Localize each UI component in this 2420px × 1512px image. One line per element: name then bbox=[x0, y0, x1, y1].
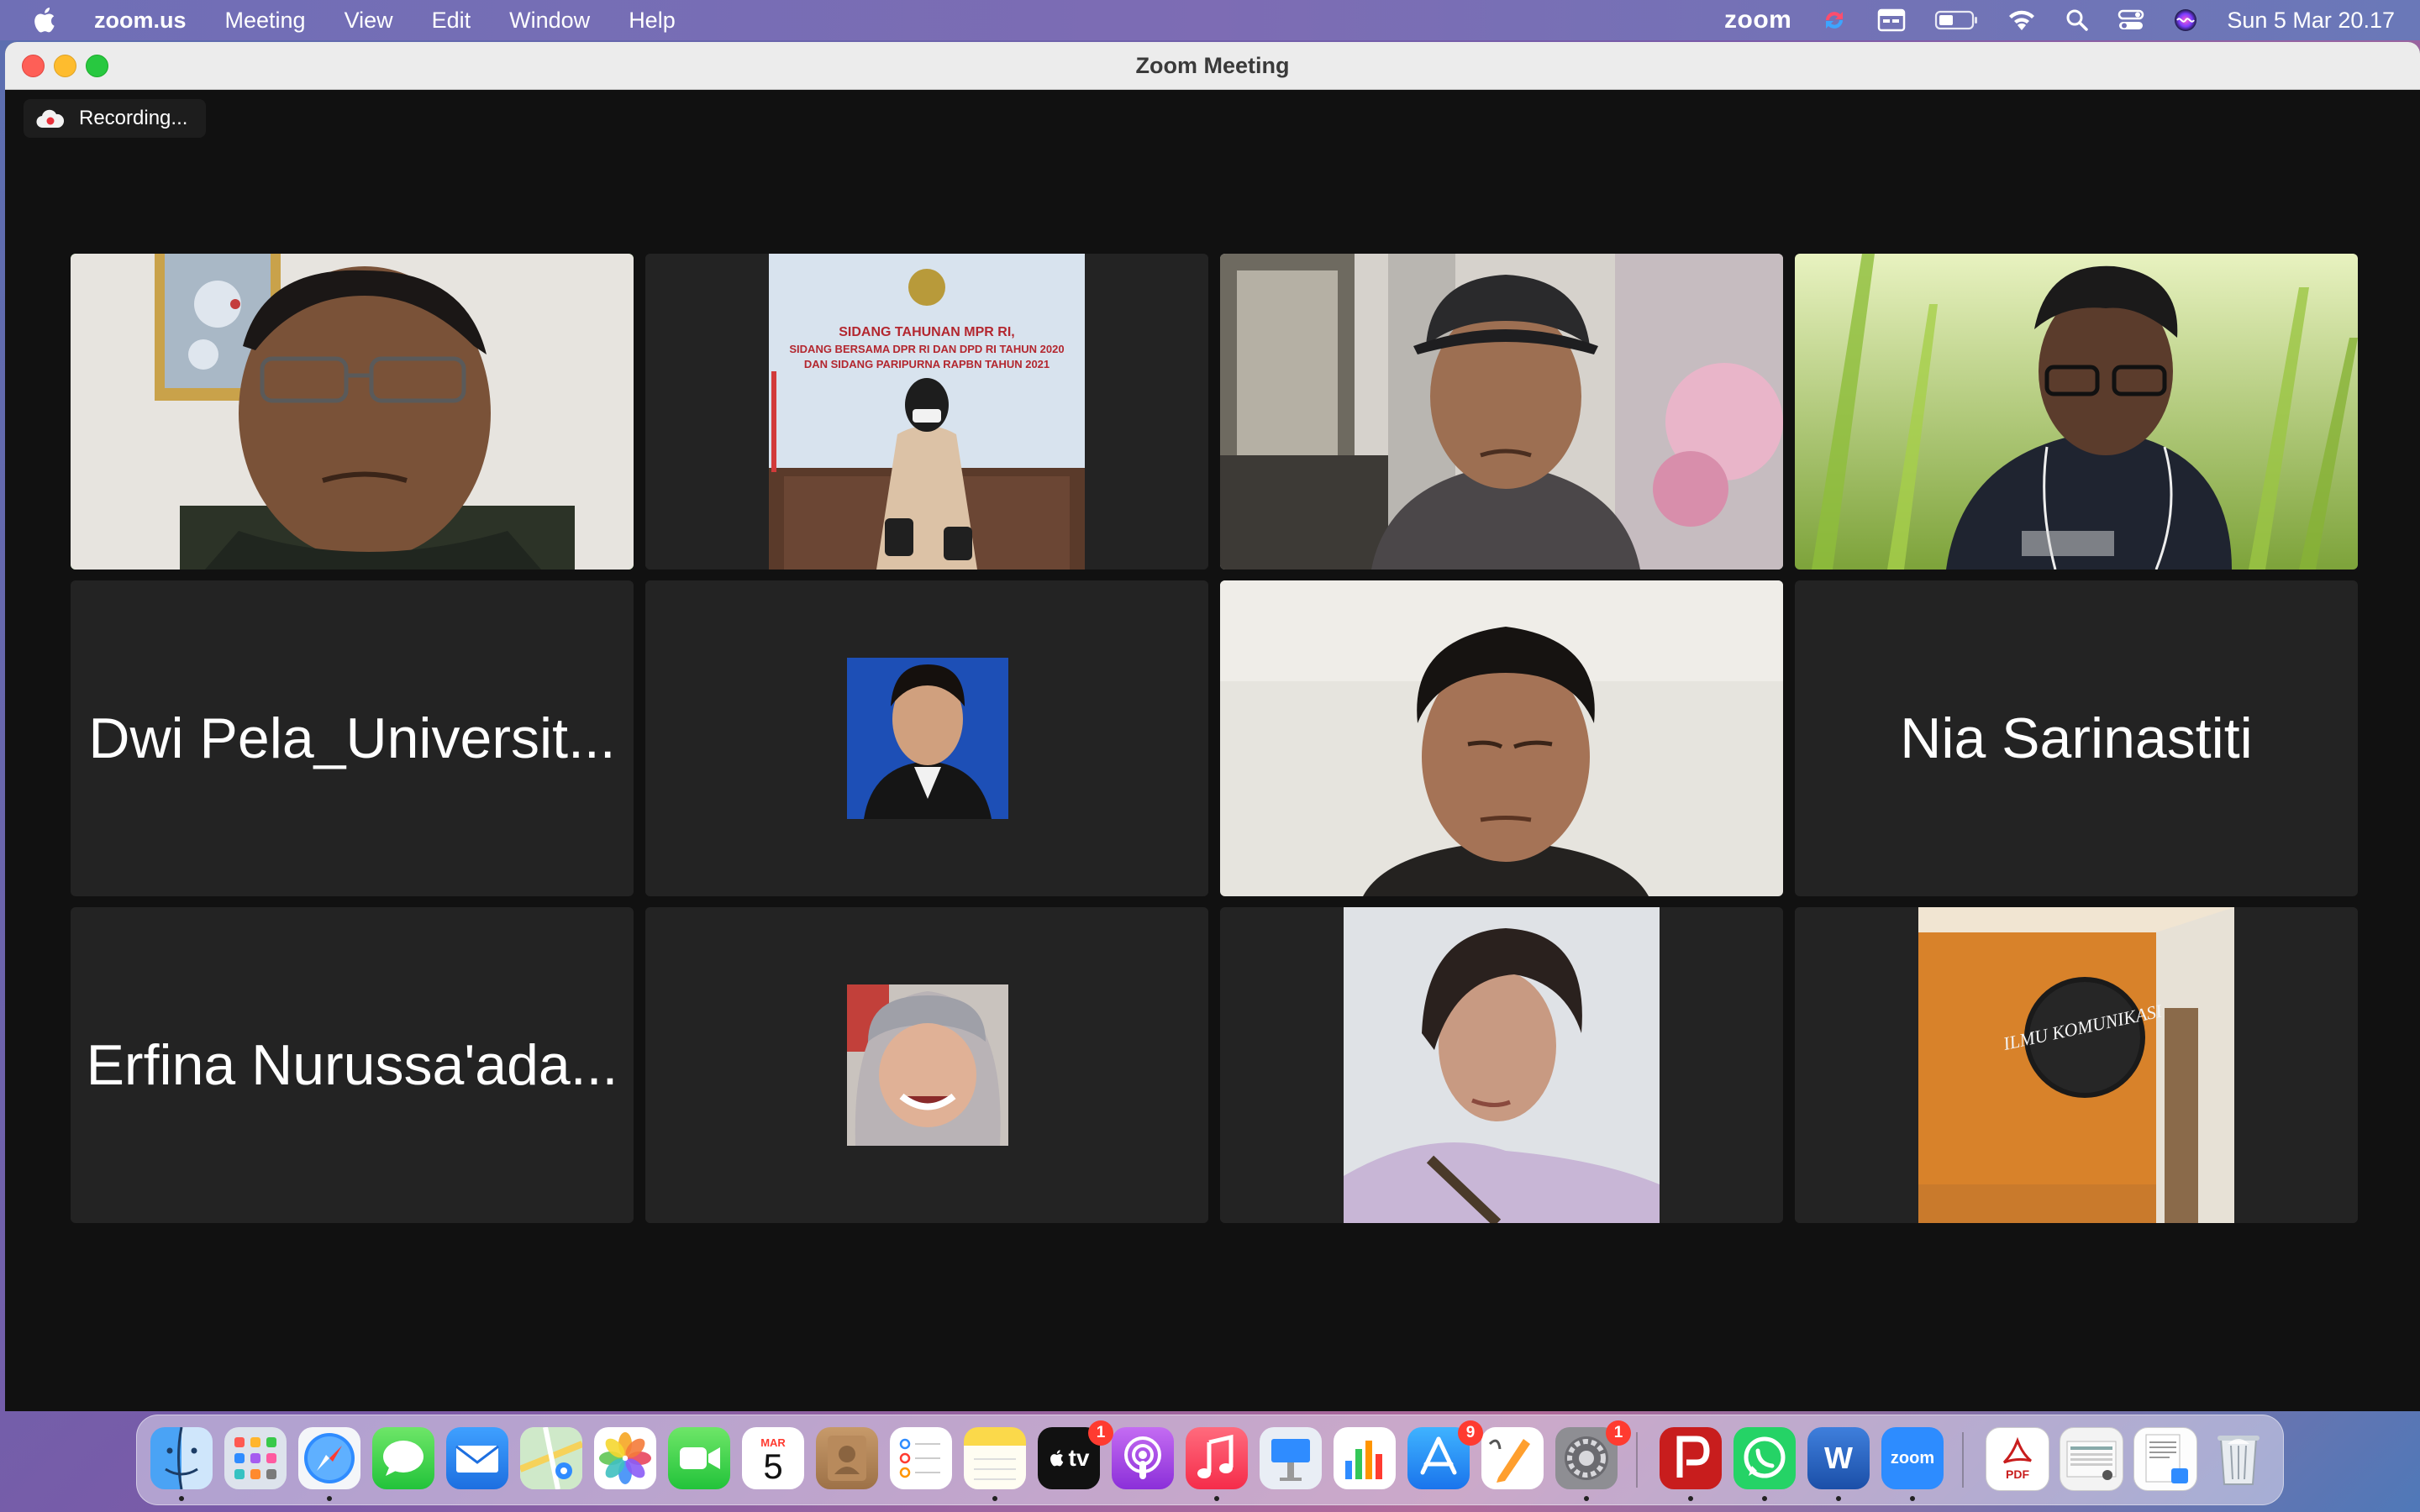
dock: MAR 5 tv 1 9 1 W zoom PDF bbox=[136, 1415, 2284, 1505]
menu-meeting[interactable]: Meeting bbox=[225, 8, 306, 34]
participant-tile-6[interactable] bbox=[645, 580, 1208, 896]
banner-line-2: SIDANG BERSAMA DPR RI DAN DPD RI TAHUN 2… bbox=[789, 343, 1064, 355]
participant-tile-1[interactable] bbox=[71, 254, 634, 570]
word-label: W bbox=[1824, 1441, 1853, 1475]
photos-icon[interactable] bbox=[594, 1427, 656, 1489]
appstore-badge: 9 bbox=[1458, 1420, 1483, 1446]
pdf-file-label: PDF bbox=[2006, 1467, 2029, 1481]
word-icon[interactable]: W bbox=[1807, 1427, 1870, 1489]
participant-tile-5[interactable]: Dwi Pela_Universit... bbox=[71, 580, 634, 896]
participant-video-1 bbox=[71, 254, 634, 570]
reminders-icon[interactable] bbox=[890, 1427, 952, 1489]
participant-video-2: SIDANG TAHUNAN MPR RI, SIDANG BERSAMA DP… bbox=[645, 254, 1208, 570]
music-icon[interactable] bbox=[1186, 1427, 1248, 1489]
numbers-icon[interactable] bbox=[1334, 1427, 1396, 1489]
menu-app-name[interactable]: zoom.us bbox=[94, 8, 187, 34]
keynote-icon[interactable] bbox=[1260, 1427, 1322, 1489]
participant-avatar-12: ILMU KOMUNIKASI bbox=[1795, 907, 2358, 1223]
finder-icon[interactable] bbox=[150, 1427, 213, 1489]
tv-badge: 1 bbox=[1088, 1420, 1113, 1446]
menu-clock[interactable]: Sun 5 Mar 20.17 bbox=[2227, 8, 2395, 34]
sync-icon[interactable] bbox=[1820, 6, 1849, 34]
pdf-reader-icon[interactable] bbox=[1660, 1427, 1722, 1489]
participant-avatar-6 bbox=[645, 580, 1208, 896]
participant-tile-2[interactable]: SIDANG TAHUNAN MPR RI, SIDANG BERSAMA DP… bbox=[645, 254, 1208, 570]
participant-video-4 bbox=[1795, 254, 2358, 570]
maps-icon[interactable] bbox=[520, 1427, 582, 1489]
menu-bar: zoom.us Meeting View Edit Window Help zo… bbox=[0, 0, 2420, 40]
apple-icon[interactable] bbox=[32, 3, 60, 37]
participant-video-7 bbox=[1220, 580, 1783, 896]
participant-avatar-10 bbox=[645, 907, 1208, 1223]
control-center-icon[interactable] bbox=[2118, 8, 2144, 32]
pdf-file-icon[interactable]: PDF bbox=[1986, 1427, 2049, 1491]
pdf-reader-running-indicator bbox=[1688, 1496, 1693, 1501]
finder-running-indicator bbox=[179, 1496, 184, 1501]
participant-tile-3[interactable] bbox=[1220, 254, 1783, 570]
menu-help[interactable]: Help bbox=[629, 8, 676, 34]
facetime-icon[interactable] bbox=[668, 1427, 730, 1489]
screenshot-file-icon[interactable] bbox=[2060, 1427, 2123, 1491]
document-file-icon[interactable] bbox=[2133, 1427, 2197, 1491]
siri-icon[interactable] bbox=[2173, 8, 2198, 33]
participant-name-9: Erfina Nurussa'ada... bbox=[86, 1033, 618, 1097]
participant-tile-10[interactable] bbox=[645, 907, 1208, 1223]
contacts-icon[interactable] bbox=[816, 1427, 878, 1489]
participant-tile-11[interactable] bbox=[1220, 907, 1783, 1223]
pages-icon[interactable] bbox=[1481, 1427, 1544, 1489]
participant-name-8: Nia Sarinastiti bbox=[1900, 706, 2253, 770]
participant-tile-9[interactable]: Erfina Nurussa'ada... bbox=[71, 907, 634, 1223]
mail-icon[interactable] bbox=[446, 1427, 508, 1489]
participant-tile-8[interactable]: Nia Sarinastiti bbox=[1795, 580, 2358, 896]
menu-window[interactable]: Window bbox=[509, 8, 590, 34]
whatsapp-running-indicator bbox=[1762, 1496, 1767, 1501]
whatsapp-icon[interactable] bbox=[1733, 1427, 1796, 1489]
banner-line-3: DAN SIDANG PARIPURNA RAPBN TAHUN 2021 bbox=[804, 358, 1050, 370]
settings-running-indicator bbox=[1584, 1496, 1589, 1501]
trash-icon[interactable] bbox=[2207, 1427, 2270, 1489]
participant-tile-7[interactable] bbox=[1220, 580, 1783, 896]
zoom-meeting-window: Zoom Meeting Recording... SIDANG TAHUNAN… bbox=[5, 42, 2420, 1411]
participant-tile-12[interactable]: ILMU KOMUNIKASI bbox=[1795, 907, 2358, 1223]
music-running-indicator bbox=[1214, 1496, 1219, 1501]
zoom-icon[interactable]: zoom bbox=[1881, 1427, 1944, 1489]
safari-icon[interactable] bbox=[298, 1427, 360, 1489]
banner-line-1: SIDANG TAHUNAN MPR RI, bbox=[839, 325, 1014, 339]
zoom-status-icon[interactable]: zoom bbox=[1724, 6, 1791, 34]
participant-gallery: SIDANG TAHUNAN MPR RI, SIDANG BERSAMA DP… bbox=[5, 42, 2420, 1411]
zoom-running-indicator bbox=[1910, 1496, 1915, 1501]
notes-running-indicator bbox=[992, 1496, 997, 1501]
safari-running-indicator bbox=[327, 1496, 332, 1501]
search-icon[interactable] bbox=[2065, 8, 2089, 32]
launchpad-icon[interactable] bbox=[224, 1427, 287, 1489]
tv-label: tv bbox=[1068, 1445, 1090, 1471]
notes-icon[interactable] bbox=[964, 1427, 1026, 1489]
participant-tile-4[interactable] bbox=[1795, 254, 2358, 570]
menu-view[interactable]: View bbox=[345, 8, 393, 34]
podcasts-icon[interactable] bbox=[1112, 1427, 1174, 1489]
battery-icon[interactable] bbox=[1934, 9, 1978, 31]
window-menu-icon[interactable] bbox=[1877, 8, 1906, 33]
zoom-dock-label: zoom bbox=[1890, 1448, 1935, 1467]
participant-name-5: Dwi Pela_Universit... bbox=[88, 706, 616, 770]
word-running-indicator bbox=[1836, 1496, 1841, 1501]
dock-separator bbox=[1636, 1432, 1638, 1488]
menu-edit[interactable]: Edit bbox=[432, 8, 471, 34]
settings-badge: 1 bbox=[1606, 1420, 1631, 1446]
calendar-day: 5 bbox=[763, 1446, 783, 1486]
messages-icon[interactable] bbox=[372, 1427, 434, 1489]
dock-separator-2 bbox=[1962, 1432, 1964, 1488]
participant-video-3 bbox=[1220, 254, 1783, 570]
participant-avatar-11 bbox=[1220, 907, 1783, 1223]
wifi-icon[interactable] bbox=[2007, 8, 2037, 32]
calendar-icon[interactable]: MAR 5 bbox=[742, 1427, 804, 1489]
